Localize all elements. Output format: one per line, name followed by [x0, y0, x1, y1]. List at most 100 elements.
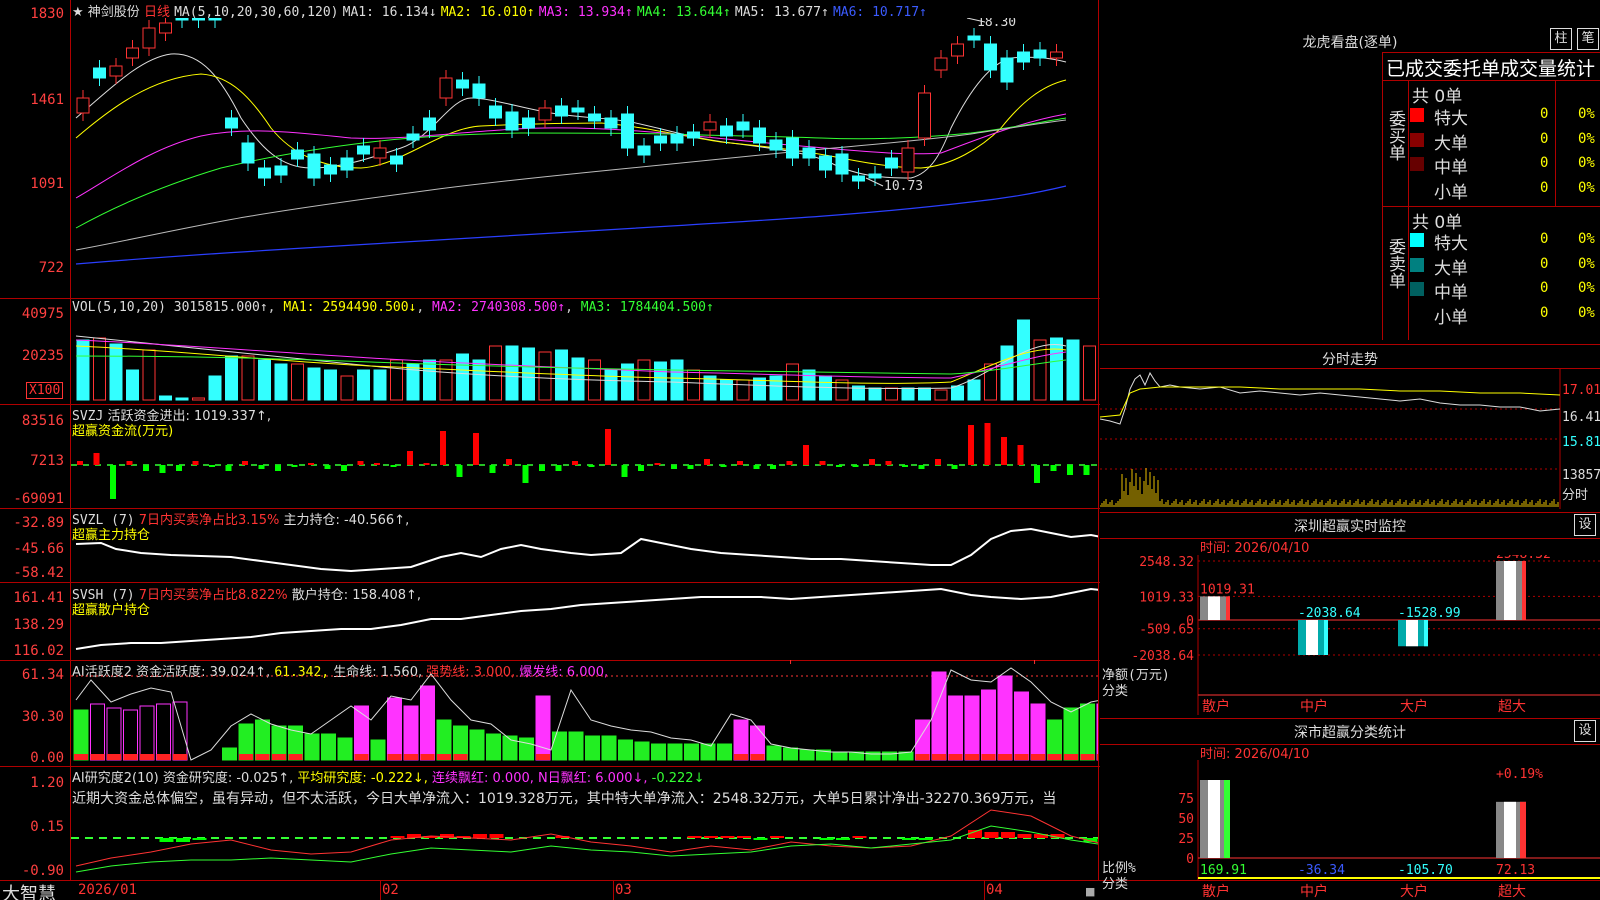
sell-row: 小单 0 0%: [1410, 303, 1600, 328]
intraday-chart[interactable]: [1100, 369, 1600, 509]
x-date-3: 03: [615, 882, 632, 898]
sell-row-pct: 0%: [1578, 231, 1595, 247]
sz-monitor-bar-edge: [1522, 561, 1526, 620]
legend-square-icon: [1410, 307, 1424, 321]
ai-active-bar-base: [173, 754, 187, 760]
candle-body: [472, 83, 486, 99]
vol-bar: [291, 363, 304, 401]
candle-body: [753, 127, 766, 144]
candle-body: [126, 47, 139, 59]
svzj-bar: [852, 465, 859, 467]
svzj-chart: [71, 423, 1098, 499]
vol-bar: [720, 379, 733, 401]
vol-bar: [324, 369, 337, 401]
sell-row-name: 大单: [1434, 258, 1468, 279]
ai-active-bar: [519, 737, 534, 761]
candle-body: [819, 155, 832, 171]
intraday-price-1: 17.01: [1562, 383, 1600, 398]
sell-row: 中单 0 0%: [1410, 278, 1600, 303]
sz-monitor-bar-label: 1019.31: [1200, 582, 1255, 597]
candle-body: [390, 155, 403, 165]
ai-active-bar-base: [288, 754, 303, 760]
sz-monitor-settings-button[interactable]: 设: [1574, 514, 1596, 536]
ai-research-bar: [852, 836, 867, 838]
vol-bar: [901, 387, 915, 401]
ai-active-bar: [1030, 703, 1046, 761]
x-date-4: 04: [986, 882, 1003, 898]
candle-body: [951, 43, 964, 57]
candle-body: [423, 117, 436, 131]
candle-body: [439, 77, 453, 99]
vol-bar: [159, 395, 172, 401]
ai-active-bar: [684, 743, 699, 761]
candle-body: [720, 125, 733, 137]
ai-active-bar-base: [965, 754, 979, 760]
ai-active-bar-base: [453, 754, 468, 760]
price-chart[interactable]: 18.30 10.73: [71, 18, 1098, 298]
svzj-bar: [192, 461, 199, 465]
svzj-bar: [737, 461, 743, 465]
sz-class-bar-label: -36.34: [1298, 863, 1345, 878]
chart-area[interactable]: ★ 神剑股份 日线 MA(5,10,20,30,60,120) MA1: 16.…: [0, 0, 1600, 900]
ai-active-bar-base: [998, 754, 1012, 760]
vol-bar: [126, 369, 139, 401]
candle-body: [258, 167, 271, 179]
vol-bar: [934, 389, 948, 401]
sz-class-tick: 75: [1178, 792, 1194, 807]
ai-research-bar: [1001, 832, 1015, 838]
svzj-bar: [951, 465, 958, 469]
legend-square-icon: [1410, 132, 1424, 147]
ai-research-bar: [770, 836, 784, 838]
vol-bar: [654, 361, 667, 401]
sz-class-bar-label: 72.13: [1496, 863, 1535, 878]
sell-row-count: 0: [1540, 255, 1549, 272]
legend-square-icon: [1410, 233, 1424, 247]
pen-view-button[interactable]: 笔: [1577, 28, 1599, 50]
sell-row: 大单 0 0%: [1410, 254, 1600, 279]
lock-icon[interactable]: ■: [1085, 885, 1095, 898]
ai-active-bar: [387, 697, 402, 761]
ai-active-bar: [651, 743, 666, 761]
ai-active-bar-base: [74, 754, 88, 760]
ai-active-bar-base: [90, 754, 105, 760]
buy-row-name: 大单: [1434, 133, 1468, 154]
ai-research-bar: [192, 838, 207, 840]
sz-monitor-xlabel: 分类: [1102, 684, 1128, 699]
ai-research-bar: [902, 838, 916, 840]
svzj-bar: [522, 465, 529, 483]
buy-row-count: 0: [1540, 179, 1549, 196]
svzj-bar: [621, 465, 628, 477]
candle-body: [687, 131, 700, 139]
svzj-bar: [275, 465, 281, 471]
svzj-bar: [539, 465, 545, 471]
price-tick-3: 1091: [30, 176, 64, 192]
sz-monitor-title: 深圳超赢实时监控: [1294, 519, 1406, 535]
svzj-bar: [440, 431, 446, 465]
vol-chart: [75, 319, 1096, 401]
buy-row: 中单 0 0%: [1410, 153, 1600, 178]
svzj-bar: [687, 465, 694, 469]
vol-bar: [76, 339, 90, 401]
candle-body: [852, 175, 865, 182]
candle-body: [159, 22, 172, 34]
ai-active-bar: [337, 737, 353, 761]
intraday-vol-unit: 分时: [1562, 488, 1589, 503]
candle-body: [769, 139, 783, 151]
ai-active-bar: [1080, 703, 1095, 761]
svzj-bar: [1017, 445, 1024, 465]
bar-view-button[interactable]: 柱: [1550, 28, 1572, 50]
candle-body: [654, 135, 667, 144]
sz-class-settings-button[interactable]: 设: [1574, 720, 1596, 742]
dragon-tiger-tabs[interactable]: 已成交委托单成交量统计: [1386, 54, 1595, 81]
svzj-bar: [605, 429, 611, 465]
ai-active-bar-base: [156, 754, 171, 760]
ai-research-last: -0.222↓: [651, 771, 705, 786]
ai-research-tick-3: -0.90: [21, 863, 64, 879]
vol-bar: [538, 351, 552, 401]
svzj-bar: [473, 433, 479, 465]
ai-active-bar-base: [107, 754, 121, 760]
svzj-bar: [357, 461, 364, 465]
sz-monitor-tick: -2038.64: [1131, 649, 1194, 664]
ai-active-bar: [156, 703, 171, 761]
ai-research-bar: [1017, 834, 1032, 838]
